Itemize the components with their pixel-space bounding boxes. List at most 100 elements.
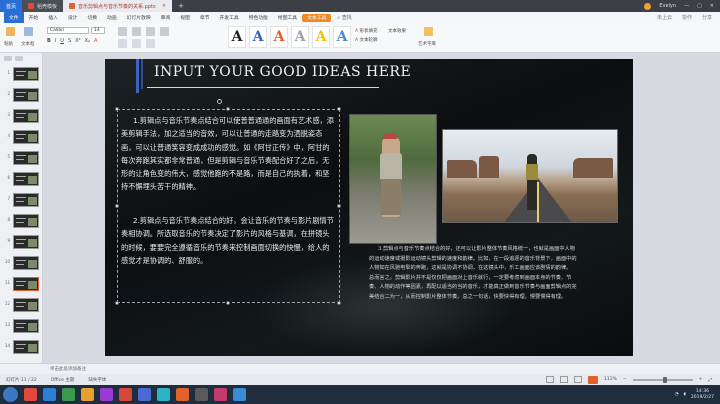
slide-thumbnail-row[interactable]: 4 <box>0 129 43 145</box>
text-style-1[interactable]: A <box>228 26 246 48</box>
slide-thumbnail-row[interactable]: 8 <box>0 213 43 229</box>
taskbar-app-icon[interactable] <box>138 388 151 401</box>
avatar[interactable] <box>644 2 652 10</box>
runner-photo[interactable] <box>349 114 437 244</box>
text-style-4[interactable]: A <box>291 26 309 48</box>
line-spacing-icon[interactable] <box>160 27 169 36</box>
taskbar-app-icon[interactable] <box>233 388 246 401</box>
notes-pane[interactable]: 单击此处添加备注 <box>0 363 720 374</box>
resize-handle-br[interactable] <box>337 301 341 305</box>
slide-thumbnail[interactable] <box>13 172 39 186</box>
user-name[interactable]: Evelyn <box>659 3 676 9</box>
slide-thumbnail[interactable] <box>13 88 39 102</box>
normal-view-icon[interactable] <box>545 376 554 383</box>
body-paragraph-3[interactable]: 3.剪辑点与音乐节奏点结合的好，还可以让影片整体节奏风格统一，也就是画面中人物的… <box>369 245 577 302</box>
share-button[interactable]: 分享 <box>702 14 712 21</box>
slide-thumbnail[interactable] <box>13 130 39 144</box>
taskbar-app-icon[interactable] <box>214 388 227 401</box>
menu-design[interactable]: 设计 <box>63 14 83 21</box>
align-left-icon[interactable] <box>118 27 127 36</box>
taskbar-browser-icon[interactable] <box>43 388 56 401</box>
menu-drawing-tools[interactable]: 绘图工具 <box>273 14 302 21</box>
menu-developer[interactable]: 开发工具 <box>214 14 243 21</box>
text-effect-button[interactable]: 文本效果 <box>388 27 406 36</box>
text-style-3[interactable]: A <box>270 26 288 48</box>
taskbar-app-icon[interactable] <box>62 388 75 401</box>
menu-search[interactable]: ⌕ 查找 <box>337 14 351 21</box>
menu-start[interactable]: 开始 <box>24 14 44 21</box>
taskbar-app-icon[interactable] <box>157 388 170 401</box>
slide-thumbnail[interactable] <box>13 340 39 354</box>
menu-features[interactable]: 特色功能 <box>244 14 273 21</box>
text-style-2[interactable]: A <box>249 26 267 48</box>
menu-file[interactable]: 文件 <box>4 12 24 23</box>
maximize-icon[interactable]: ▢ <box>697 3 702 9</box>
collaborate-button[interactable]: 协作 <box>682 14 692 21</box>
align-right-icon[interactable] <box>146 27 155 36</box>
font-name-select[interactable]: Calibri <box>47 27 89 34</box>
menu-animation[interactable]: 动画 <box>102 14 122 21</box>
slide-title[interactable]: INPUT YOUR GOOD IDEAS HERE <box>154 64 411 80</box>
menu-view[interactable]: 视图 <box>175 14 195 21</box>
menu-text-tools[interactable]: 文本工具 <box>302 13 332 22</box>
text-style-6[interactable]: A <box>333 26 351 48</box>
numbering-icon[interactable] <box>132 39 141 48</box>
textbox-icon[interactable] <box>24 27 33 36</box>
sorter-view-icon[interactable] <box>559 376 568 383</box>
slide-thumbnail[interactable] <box>13 277 39 291</box>
wordart-icon[interactable] <box>424 27 433 36</box>
slide-thumbnail-row[interactable]: 3 <box>0 108 43 124</box>
menu-transition[interactable]: 切换 <box>82 14 102 21</box>
align-center-icon[interactable] <box>132 27 141 36</box>
text-style-5[interactable]: A <box>312 26 330 48</box>
tab-home[interactable]: 首页 <box>0 0 23 12</box>
menu-review[interactable]: 审阅 <box>156 14 176 21</box>
zoom-level[interactable]: 111% <box>604 377 617 382</box>
slide-thumbnail-row[interactable]: 7 <box>0 192 43 208</box>
minimize-icon[interactable]: — <box>684 3 689 9</box>
superscript-icon[interactable]: X² <box>75 38 80 44</box>
missing-font-indicator[interactable]: 缺失字体 <box>88 377 106 383</box>
slide-thumbnail-row[interactable]: 5 <box>0 150 43 166</box>
slide-thumbnail[interactable] <box>13 109 39 123</box>
resize-handle-tr[interactable] <box>337 107 341 111</box>
bold-icon[interactable]: B <box>47 38 51 44</box>
reading-view-icon[interactable] <box>573 376 582 383</box>
play-slideshow-button[interactable] <box>587 375 598 384</box>
taskbar-app-icon[interactable] <box>195 388 208 401</box>
slide-thumbnail-row[interactable]: 2 <box>0 87 43 103</box>
paste-icon[interactable] <box>6 27 15 36</box>
tab-docer[interactable]: 稻壳模板 <box>22 0 64 12</box>
start-button[interactable] <box>3 387 18 402</box>
slide-thumbnail-row[interactable]: 12 <box>0 297 43 313</box>
slide-thumbnail[interactable] <box>13 193 39 207</box>
slide-thumbnail[interactable] <box>13 214 39 228</box>
add-tab-icon[interactable]: + <box>172 2 190 10</box>
font-size-select[interactable]: 14 <box>91 27 105 34</box>
slide-thumbnail-row[interactable]: 10 <box>0 255 43 271</box>
cloud-status[interactable]: 未上云 <box>657 14 672 21</box>
slides-tab[interactable] <box>15 55 23 61</box>
body-paragraph-2[interactable]: 2.剪辑点与音乐节奏点结合的好，会让音乐的节奏与影片剧情节奏相协调。所选取音乐的… <box>121 214 335 267</box>
slide-thumbnail[interactable] <box>13 235 39 249</box>
resize-handle-b[interactable] <box>226 301 230 305</box>
close-window-icon[interactable]: ✕ <box>710 3 714 9</box>
slide-canvas[interactable]: INPUT YOUR GOOD IDEAS HERE 1.剪辑点与音乐节奏点结合… <box>105 59 633 356</box>
resize-handle-l[interactable] <box>115 204 119 208</box>
fit-window-icon[interactable]: ⤢ <box>708 377 712 383</box>
close-tab-icon[interactable]: × <box>162 3 166 9</box>
slide-thumbnail[interactable] <box>13 319 39 333</box>
network-icon[interactable]: ◔ <box>675 392 679 397</box>
bullets-icon[interactable] <box>118 39 127 48</box>
slide-thumbnail-row[interactable]: 9 <box>0 234 43 250</box>
menu-insert[interactable]: 插入 <box>43 14 63 21</box>
taskbar-app-icon[interactable] <box>119 388 132 401</box>
zoom-out-icon[interactable]: − <box>623 377 627 382</box>
slide-thumbnail-row[interactable]: 11 <box>0 276 43 292</box>
slide-thumbnail[interactable] <box>13 151 39 165</box>
slide-thumbnail[interactable] <box>13 256 39 270</box>
font-color-icon[interactable]: A <box>94 38 97 44</box>
outline-tab[interactable] <box>4 55 12 61</box>
resize-handle-bl[interactable] <box>115 301 119 305</box>
taskbar-wps-icon[interactable] <box>176 388 189 401</box>
